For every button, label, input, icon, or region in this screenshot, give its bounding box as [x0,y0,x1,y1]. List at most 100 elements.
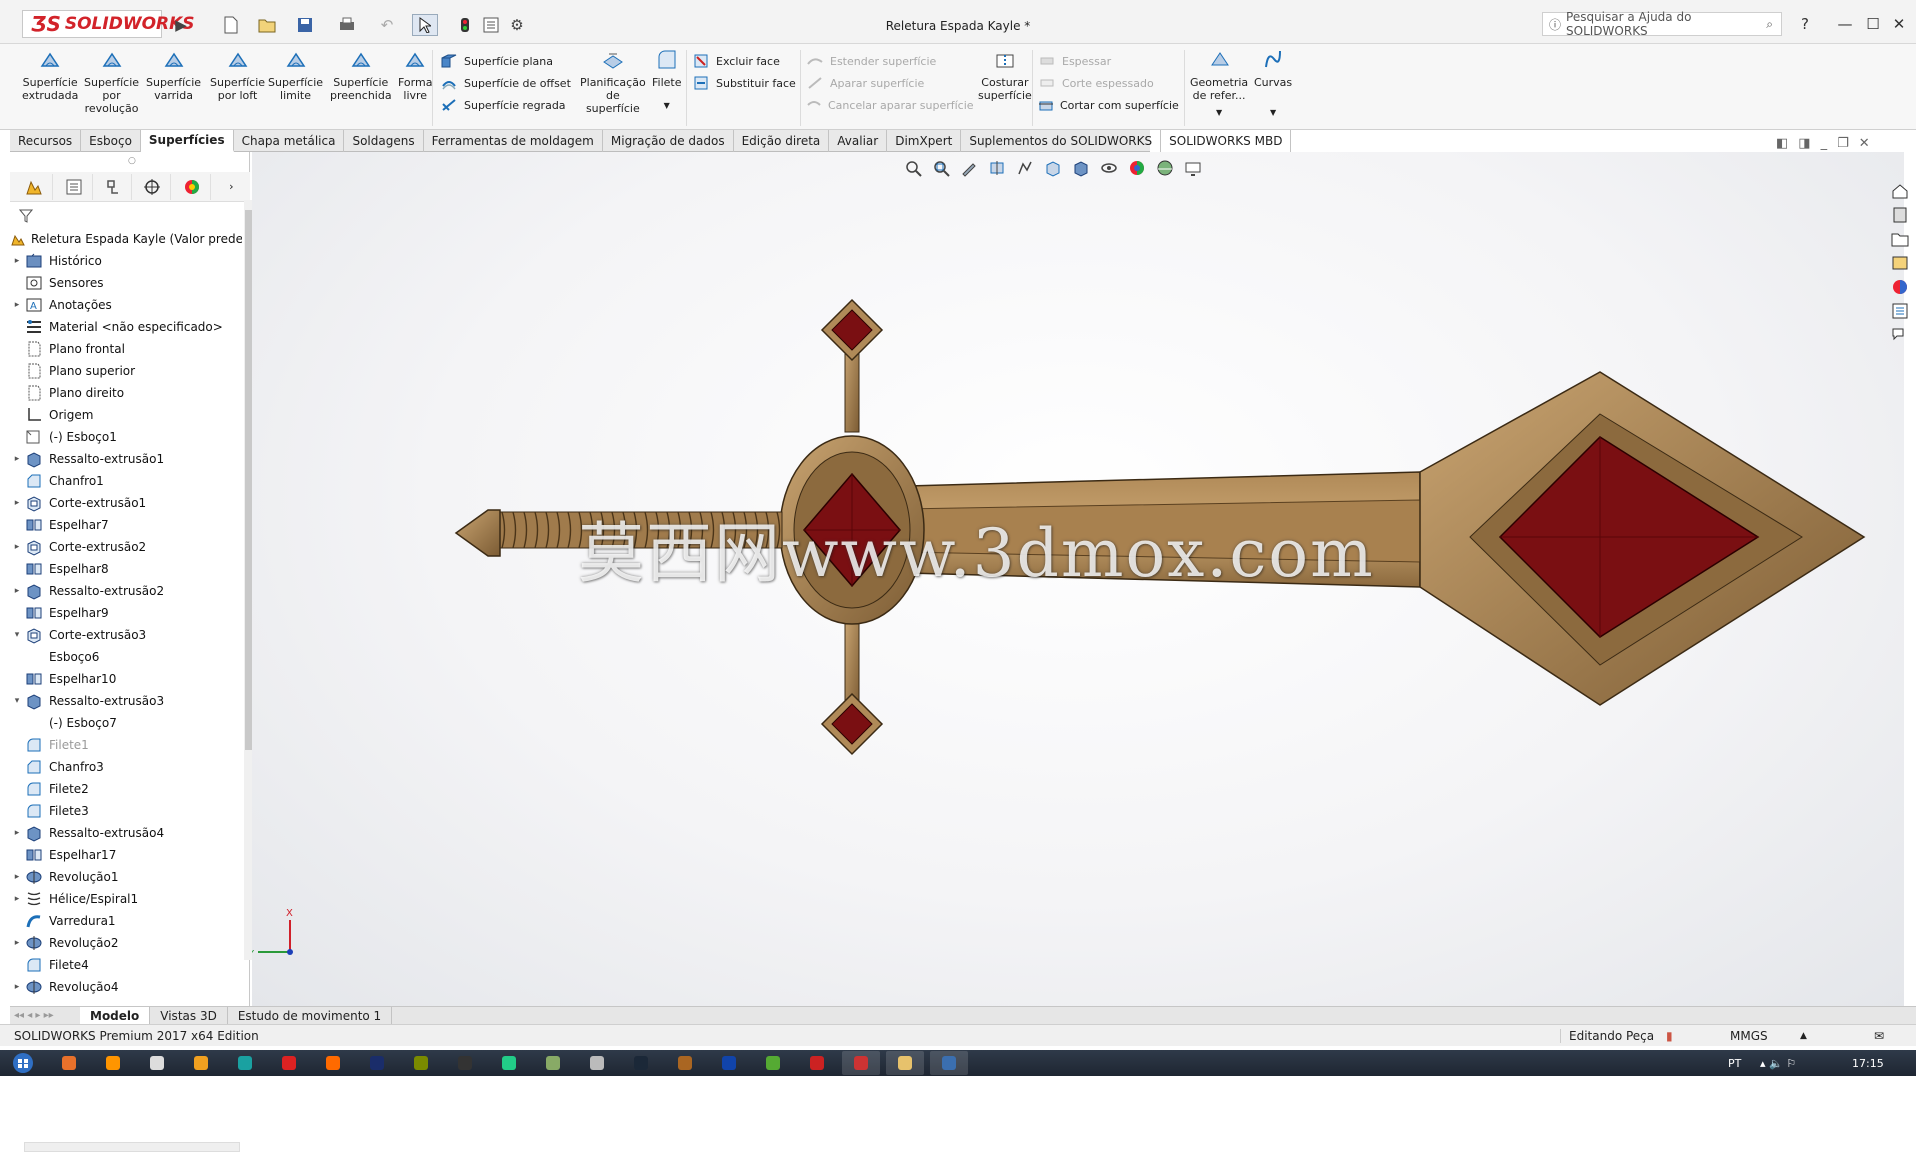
custom-properties-icon[interactable] [1888,300,1912,322]
freeform-button[interactable]: Forma livre [398,48,432,102]
tree-item[interactable]: ▸ Hélice/Espiral1 [10,888,242,910]
trim-surface-button[interactable]: Aparar superfície [806,72,966,94]
taskbar-app-icon[interactable] [182,1051,220,1075]
extruded-surface-button[interactable]: Superfície extrudada [22,48,78,102]
tree-expand-icon[interactable]: ▾ [10,630,24,640]
options-gear-icon[interactable]: ⚙ [504,14,530,36]
tree-item[interactable]: Espelhar17 [10,844,242,866]
tab-edi-o-direta[interactable]: Edição direta [734,130,830,152]
ruled-surface-button[interactable]: Superfície regrada [440,94,580,116]
apply-scene-icon[interactable] [1154,157,1176,179]
panel-grip-icon[interactable]: ○ [128,156,136,166]
open-file-icon[interactable] [254,14,280,36]
tab-dimxpert[interactable]: DimXpert [887,130,962,152]
taskbar-app-icon[interactable] [666,1051,704,1075]
reference-geometry-dropdown-icon[interactable]: ▼ [1216,106,1222,119]
filled-surface-button[interactable]: Superfície preenchida [330,48,392,102]
taskbar-app-icon[interactable] [94,1051,132,1075]
select-cursor-icon[interactable] [412,14,438,36]
tree-item[interactable]: Origem [10,404,242,426]
tree-item[interactable]: Plano direito [10,382,242,404]
tree-item[interactable]: Espelhar10 [10,668,242,690]
tab-solidworks-mbd[interactable]: SOLIDWORKS MBD [1161,130,1292,152]
expand-menu-icon[interactable]: ▶ [168,14,194,36]
tree-item[interactable]: Filete1 [10,734,242,756]
tree-item[interactable]: ▸ Ressalto-extrusão2 [10,580,242,602]
tab-esbo-o[interactable]: Esboço [81,130,141,152]
tree-item[interactable]: ▸ Histórico [10,250,242,272]
bottom-tab-modelo[interactable]: Modelo [80,1006,151,1025]
tree-horizontal-scrollbar[interactable] [24,1142,240,1152]
tree-item[interactable]: ▸ Corte-extrusão1 [10,492,242,514]
rebuild-status-icon[interactable]: ▮ [1666,1029,1673,1043]
tree-expand-icon[interactable]: ▸ [10,894,24,904]
tree-item[interactable]: ▸ Revolução2 [10,932,242,954]
taskbar-app-icon[interactable] [314,1051,352,1075]
taskbar-app-icon[interactable] [270,1051,308,1075]
taskbar-app-icon[interactable] [622,1051,660,1075]
flatten-surface-button[interactable]: Planificação de superfície [580,48,646,115]
file-properties-icon[interactable] [478,14,504,36]
delete-face-button[interactable]: Excluir face [692,50,802,72]
tree-item[interactable]: Espelhar7 [10,514,242,536]
new-file-icon[interactable] [218,14,244,36]
tree-item[interactable]: ▸ Revolução4 [10,976,242,998]
pommel[interactable] [454,509,501,557]
panel-more-tabs-icon[interactable]: › [213,174,250,200]
help-search-input[interactable]: ⓘ Pesquisar a Ajuda do SOLIDWORKS ⌕ [1542,10,1782,38]
tree-item[interactable]: Filete4 [10,954,242,976]
knit-surface-button[interactable]: Costurar superfície [978,48,1032,102]
tree-item[interactable]: Filete3 [10,800,242,822]
undo-icon[interactable]: ↶ [374,14,400,36]
tab-avaliar[interactable]: Avaliar [829,130,888,152]
taskbar-app-icon[interactable] [886,1051,924,1075]
viewport-split-right-icon[interactable]: ◨ [1798,136,1810,151]
edit-appearance-icon[interactable] [1126,157,1148,179]
viewport-restore-icon[interactable]: ❐ [1837,136,1849,151]
tree-item[interactable]: (-) Esboço7 [10,712,242,734]
property-manager-tab-icon[interactable] [55,173,93,200]
curves-button[interactable]: Curvas ▼ [1254,48,1292,119]
tree-item[interactable]: ▸ Corte-extrusão2 [10,536,242,558]
tree-item[interactable]: Espelhar9 [10,602,242,624]
taskbar-app-icon[interactable] [710,1051,748,1075]
tree-item[interactable]: Sensores [10,272,242,294]
reference-geometry-button[interactable]: Geometria de refer... ▼ [1190,48,1248,119]
taskbar-clock[interactable]: 17:15 [1852,1057,1884,1070]
file-explorer-icon[interactable] [1888,228,1912,250]
view-palette-icon[interactable] [1888,252,1912,274]
minimize-icon[interactable]: — [1832,12,1858,36]
untrim-surface-button[interactable]: Cancelar aparar superfície [806,94,974,116]
tree-expand-icon[interactable]: ▾ [10,696,24,706]
tree-item[interactable]: Espelhar8 [10,558,242,580]
forum-icon[interactable] [1888,324,1912,346]
taskbar-app-icon[interactable] [534,1051,572,1075]
display-manager-tab-icon[interactable] [173,173,211,200]
replace-face-button[interactable]: Substituir face [692,72,802,94]
tree-item[interactable]: Chanfro1 [10,470,242,492]
bottom-tab-estudo-de-movimento-1[interactable]: Estudo de movimento 1 [228,1006,393,1025]
thicken-button[interactable]: Espessar [1038,50,1178,72]
tree-expand-icon[interactable]: ▸ [10,454,24,464]
tab-suplementos-do-solidworks[interactable]: Suplementos do SOLIDWORKS [961,130,1162,152]
fillet-button[interactable]: Filete ▼ [652,48,682,112]
lofted-surface-button[interactable]: Superfície por loft [210,48,265,102]
offset-surface-button[interactable]: Superfície de offset [440,72,580,94]
save-icon[interactable] [292,14,318,36]
tree-expand-icon[interactable]: ▸ [10,828,24,838]
hide-show-items-icon[interactable] [1098,157,1120,179]
tree-item[interactable]: Plano frontal [10,338,242,360]
viewport-split-left-icon[interactable]: ◧ [1776,136,1788,151]
dynamic-annotation-icon[interactable] [1014,157,1036,179]
tree-expand-icon[interactable]: ▸ [10,542,24,552]
taskbar-app-icon[interactable] [226,1051,264,1075]
tree-expand-icon[interactable]: ▸ [10,982,24,992]
display-style-icon[interactable] [1070,157,1092,179]
tree-item[interactable]: ▸ Revolução1 [10,866,242,888]
status-units[interactable]: MMGS [1730,1029,1768,1043]
taskbar-app-icon[interactable] [798,1051,836,1075]
tree-item[interactable]: ▾ Corte-extrusão3 [10,624,242,646]
windows-start-icon[interactable] [0,1051,46,1075]
zoom-to-fit-icon[interactable] [902,157,924,179]
bottom-tab-scroll-icon[interactable]: ◂◂ ◂ ▸ ▸▸ [10,1010,80,1021]
